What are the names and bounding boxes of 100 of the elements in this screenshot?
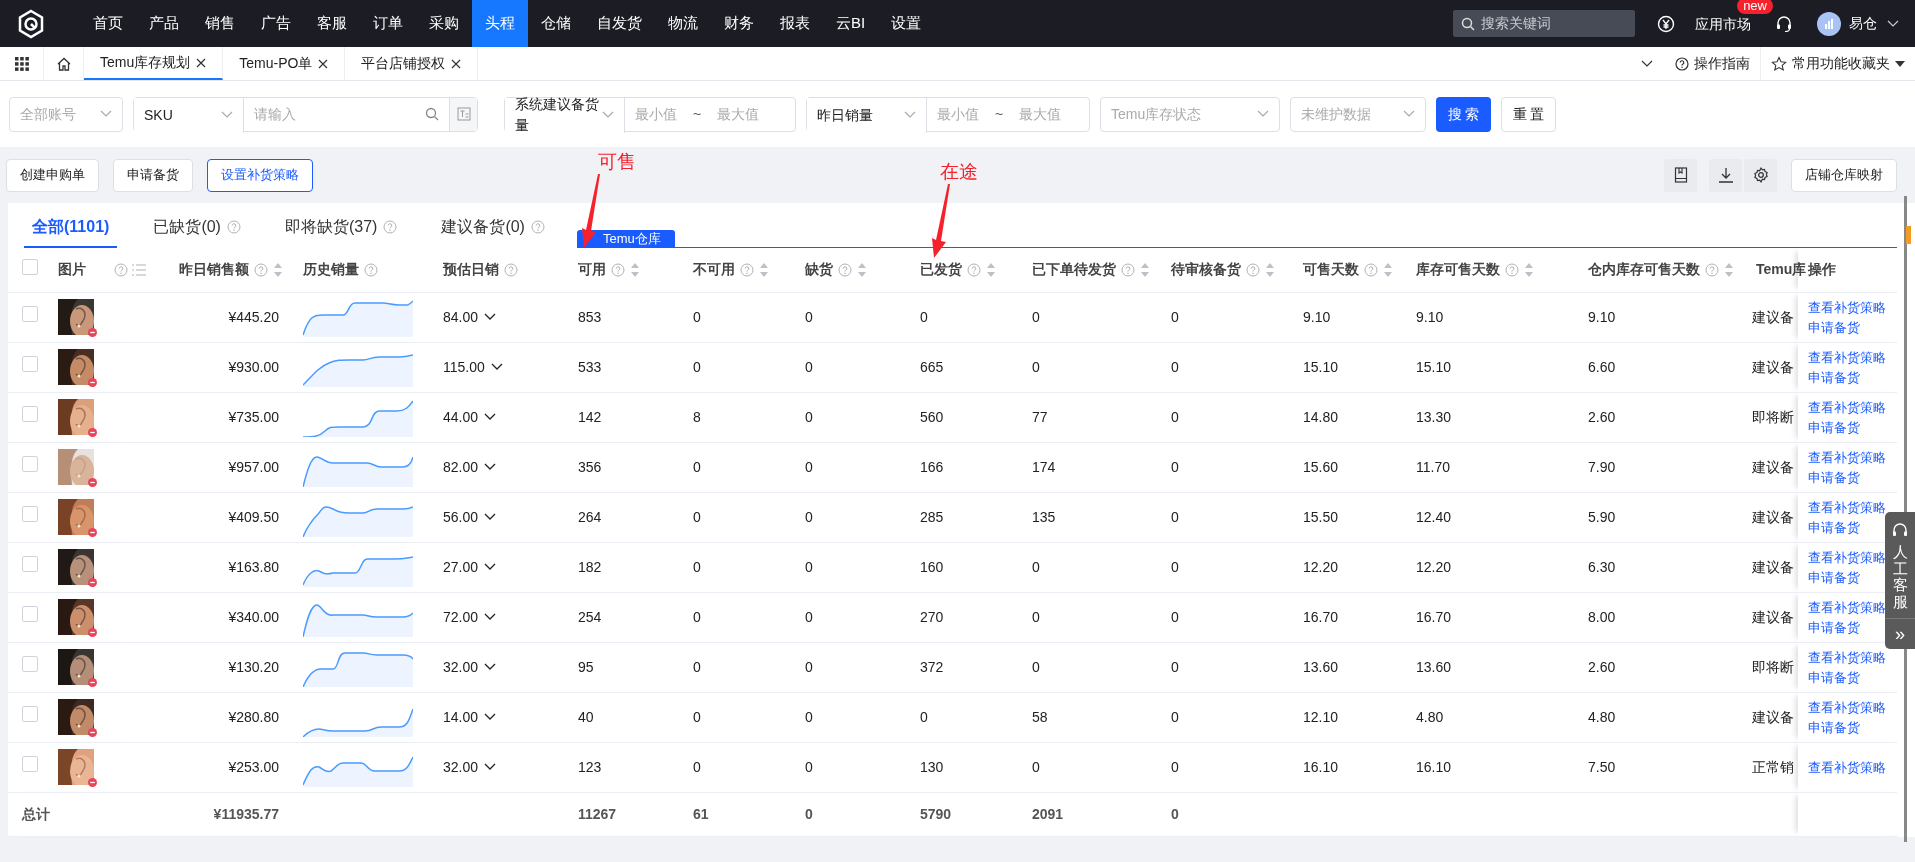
remove-badge-icon[interactable] [88,478,97,487]
nav-item[interactable]: 头程 [472,0,528,47]
action-link[interactable]: 查看补货策略 [1808,348,1886,366]
action-link[interactable]: 查看补货策略 [1808,448,1886,466]
sort-icon[interactable] [759,261,769,278]
status-tab[interactable]: 建议备货(0) [433,207,553,248]
checkbox[interactable] [22,656,38,672]
action-link[interactable]: 查看补货策略 [1808,498,1886,516]
action-link[interactable]: 查看补货策略 [1808,648,1886,666]
nav-item[interactable]: 报表 [767,0,823,47]
select-field[interactable]: 昨日销量 [807,97,927,133]
forecast-dropdown[interactable]: 115.00 [443,356,503,378]
action-link[interactable]: 申请备货 [1808,368,1860,386]
checkbox[interactable] [22,606,38,622]
remove-badge-icon[interactable] [88,328,97,337]
remove-badge-icon[interactable] [88,378,97,387]
sort-icon[interactable] [1265,261,1275,278]
action-link[interactable]: 申请备货 [1808,468,1860,486]
sort-icon[interactable] [986,261,996,278]
close-icon[interactable] [451,58,462,69]
action-link[interactable]: 申请备货 [1808,668,1860,686]
action-link[interactable]: 申请备货 [1808,518,1860,536]
page-tab[interactable]: Temu-PO单 [223,47,346,80]
checkbox[interactable] [22,706,38,722]
yen-icon[interactable] [1657,14,1675,33]
user-name[interactable]: 易仓 [1849,13,1877,34]
forecast-dropdown[interactable]: 32.00 [443,756,497,778]
sort-icon[interactable] [1140,261,1150,278]
action-link[interactable]: 查看补货策略 [1808,398,1886,416]
sort-icon[interactable] [1383,261,1393,278]
sort-icon[interactable] [1524,261,1534,278]
remove-badge-icon[interactable] [88,778,97,787]
nav-item[interactable]: 云BI [823,0,879,47]
action-link[interactable]: 查看补货策略 [1808,698,1886,716]
remove-badge-icon[interactable] [88,628,97,637]
forecast-dropdown[interactable]: 14.00 [443,706,497,728]
checkbox[interactable] [22,258,38,275]
remove-badge-icon[interactable] [88,578,97,587]
status-tab[interactable]: 即将缺货(37) [276,207,406,248]
search-button[interactable]: 搜 索 [1436,96,1491,132]
checkbox[interactable] [22,756,38,772]
forecast-dropdown[interactable]: 32.00 [443,656,497,678]
sort-icon[interactable] [857,261,867,278]
nav-item[interactable]: 销售 [192,0,248,47]
forecast-dropdown[interactable]: 84.00 [443,306,497,328]
nav-item[interactable]: 自发货 [584,0,655,47]
nav-item[interactable]: 仓储 [528,0,584,47]
guide-link[interactable]: 操作指南 [1665,47,1760,80]
action-link[interactable]: 申请备货 [1808,568,1860,586]
action-link[interactable]: 申请备货 [1808,718,1860,736]
app-market-link[interactable]: 应用市场 [1695,15,1751,32]
action-link[interactable]: 申请备货 [1808,418,1860,436]
action-link[interactable]: 申请备货 [1808,618,1860,636]
collapse-button[interactable]: » [1895,619,1905,649]
remove-badge-icon[interactable] [88,528,97,537]
sort-icon[interactable] [1724,261,1734,278]
scrollbar-thumb[interactable] [1906,226,1911,244]
reset-button[interactable]: 重 置 [1501,96,1556,132]
remove-badge-icon[interactable] [88,728,97,737]
close-icon[interactable] [318,58,329,69]
action-link[interactable]: 查看补货策略 [1808,598,1886,616]
nav-item[interactable]: 产品 [136,0,192,47]
checkbox[interactable] [22,556,38,572]
sort-icon[interactable] [630,261,640,278]
action-link[interactable]: 查看补货策略 [1808,548,1886,566]
checkbox[interactable] [22,506,38,522]
nav-item[interactable]: 物流 [655,0,711,47]
forecast-dropdown[interactable]: 44.00 [443,406,497,428]
mapping-button[interactable]: 店铺仓库映射 [1791,158,1897,192]
remove-badge-icon[interactable] [88,678,97,687]
select-field[interactable]: 系统建议备货量 [505,97,625,133]
checkbox[interactable] [22,406,38,422]
bookmark-button[interactable] [1664,158,1697,192]
remove-badge-icon[interactable] [88,428,97,437]
action-button[interactable]: 申请备货 [113,158,193,192]
download-button[interactable] [1709,158,1742,192]
list-icon[interactable] [132,263,146,276]
nav-item[interactable]: 财务 [711,0,767,47]
nav-item[interactable]: 首页 [80,0,136,47]
sort-icon[interactable] [273,261,283,278]
nav-item[interactable]: 采购 [416,0,472,47]
status-tab[interactable]: 已缺货(0) [145,207,249,248]
page-tab[interactable]: 平台店铺授权 [345,47,479,80]
nav-item[interactable]: 广告 [248,0,304,47]
forecast-dropdown[interactable]: 56.00 [443,506,497,528]
grid-menu-icon[interactable] [14,56,29,71]
action-link[interactable]: 查看补货策略 [1808,298,1886,316]
nav-item[interactable]: 设置 [878,0,935,47]
nav-item[interactable]: 客服 [304,0,360,47]
action-button[interactable]: 设置补货策略 [207,158,313,192]
service-widget[interactable]: 人工客服 » [1885,512,1915,649]
favorites-menu[interactable]: 常用功能收藏夹 [1760,47,1915,80]
forecast-dropdown[interactable]: 72.00 [443,606,497,628]
checkbox[interactable] [22,356,38,372]
home-icon[interactable] [55,55,72,72]
avatar-icon[interactable] [1817,11,1841,36]
close-icon[interactable] [196,57,207,68]
action-button[interactable]: 创建申购单 [6,158,99,192]
forecast-dropdown[interactable]: 27.00 [443,556,497,578]
forecast-dropdown[interactable]: 82.00 [443,456,497,478]
